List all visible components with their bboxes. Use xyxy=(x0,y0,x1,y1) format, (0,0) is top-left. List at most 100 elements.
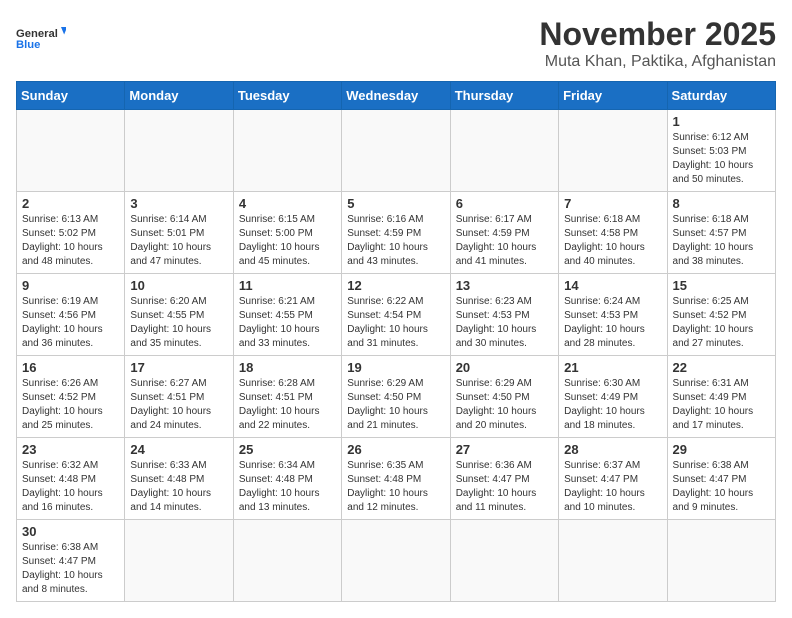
cell-sun-info: Sunrise: 6:14 AM Sunset: 5:01 PM Dayligh… xyxy=(130,213,227,269)
cell-sun-info: Sunrise: 6:13 AM Sunset: 5:02 PM Dayligh… xyxy=(22,213,119,269)
cell-sun-info: Sunrise: 6:38 AM Sunset: 4:47 PM Dayligh… xyxy=(673,459,770,515)
calendar-cell: 1Sunrise: 6:12 AM Sunset: 5:03 PM Daylig… xyxy=(667,110,775,192)
cell-sun-info: Sunrise: 6:24 AM Sunset: 4:53 PM Dayligh… xyxy=(564,295,661,351)
calendar-cell: 26Sunrise: 6:35 AM Sunset: 4:48 PM Dayli… xyxy=(342,438,450,520)
calendar-cell xyxy=(450,520,558,602)
date-number: 26 xyxy=(347,442,444,457)
cell-sun-info: Sunrise: 6:18 AM Sunset: 4:58 PM Dayligh… xyxy=(564,213,661,269)
calendar-cell: 24Sunrise: 6:33 AM Sunset: 4:48 PM Dayli… xyxy=(125,438,233,520)
calendar-cell xyxy=(342,520,450,602)
date-number: 17 xyxy=(130,360,227,375)
cell-sun-info: Sunrise: 6:12 AM Sunset: 5:03 PM Dayligh… xyxy=(673,131,770,187)
calendar-day-header: Saturday xyxy=(667,82,775,110)
cell-sun-info: Sunrise: 6:33 AM Sunset: 4:48 PM Dayligh… xyxy=(130,459,227,515)
calendar-cell: 12Sunrise: 6:22 AM Sunset: 4:54 PM Dayli… xyxy=(342,274,450,356)
calendar-cell: 21 Sunrise: 6:30 AM Sunset: 4:49 PM Dayli… xyxy=(559,356,667,438)
date-number: 27 xyxy=(456,442,553,457)
cell-sun-info: Sunrise: 6:26 AM Sunset: 4:52 PM Dayligh… xyxy=(22,377,119,433)
calendar-cell: 3 Sunrise: 6:14 AM Sunset: 5:01 PM Daylig… xyxy=(125,192,233,274)
calendar-day-header: Sunday xyxy=(17,82,125,110)
logo: General Blue xyxy=(16,16,66,61)
calendar-cell: 23 Sunrise: 6:32 AM Sunset: 4:48 PM Dayli… xyxy=(17,438,125,520)
logo-svg: General Blue xyxy=(16,16,66,61)
calendar-cell: 8 Sunrise: 6:18 AM Sunset: 4:57 PM Daylig… xyxy=(667,192,775,274)
calendar-cell: 5Sunrise: 6:16 AM Sunset: 4:59 PM Daylig… xyxy=(342,192,450,274)
date-number: 13 xyxy=(456,278,553,293)
cell-sun-info: Sunrise: 6:19 AM Sunset: 4:56 PM Dayligh… xyxy=(22,295,119,351)
cell-sun-info: Sunrise: 6:25 AM Sunset: 4:52 PM Dayligh… xyxy=(673,295,770,351)
calendar-cell xyxy=(233,110,341,192)
cell-sun-info: Sunrise: 6:32 AM Sunset: 4:48 PM Dayligh… xyxy=(22,459,119,515)
date-number: 11 xyxy=(239,278,336,293)
calendar-cell xyxy=(450,110,558,192)
cell-sun-info: Sunrise: 6:27 AM Sunset: 4:51 PM Dayligh… xyxy=(130,377,227,433)
calendar: SundayMondayTuesdayWednesdayThursdayFrid… xyxy=(16,81,776,602)
date-number: 28 xyxy=(564,442,661,457)
calendar-week-row: 9 Sunrise: 6:19 AM Sunset: 4:56 PM Daylig… xyxy=(17,274,776,356)
date-number: 4 xyxy=(239,196,336,211)
header: General Blue November 2025 Muta Khan, Pa… xyxy=(16,16,776,71)
calendar-cell: 11 Sunrise: 6:21 AM Sunset: 4:55 PM Dayli… xyxy=(233,274,341,356)
date-number: 15 xyxy=(673,278,770,293)
date-number: 8 xyxy=(673,196,770,211)
calendar-day-header: Tuesday xyxy=(233,82,341,110)
calendar-cell: 20 Sunrise: 6:29 AM Sunset: 4:50 PM Dayli… xyxy=(450,356,558,438)
cell-sun-info: Sunrise: 6:21 AM Sunset: 4:55 PM Dayligh… xyxy=(239,295,336,351)
location-title: Muta Khan, Paktika, Afghanistan xyxy=(539,53,776,71)
calendar-cell xyxy=(559,520,667,602)
cell-sun-info: Sunrise: 6:29 AM Sunset: 4:50 PM Dayligh… xyxy=(347,377,444,433)
cell-sun-info: Sunrise: 6:38 AM Sunset: 4:47 PM Dayligh… xyxy=(22,541,119,597)
date-number: 5 xyxy=(347,196,444,211)
cell-sun-info: Sunrise: 6:18 AM Sunset: 4:57 PM Dayligh… xyxy=(673,213,770,269)
cell-sun-info: Sunrise: 6:15 AM Sunset: 5:00 PM Dayligh… xyxy=(239,213,336,269)
date-number: 2 xyxy=(22,196,119,211)
calendar-cell: 28Sunrise: 6:37 AM Sunset: 4:47 PM Dayli… xyxy=(559,438,667,520)
calendar-cell: 13Sunrise: 6:23 AM Sunset: 4:53 PM Dayli… xyxy=(450,274,558,356)
cell-sun-info: Sunrise: 6:30 AM Sunset: 4:49 PM Dayligh… xyxy=(564,377,661,433)
calendar-cell: 6Sunrise: 6:17 AM Sunset: 4:59 PM Daylig… xyxy=(450,192,558,274)
date-number: 23 xyxy=(22,442,119,457)
date-number: 18 xyxy=(239,360,336,375)
calendar-week-row: 1Sunrise: 6:12 AM Sunset: 5:03 PM Daylig… xyxy=(17,110,776,192)
calendar-cell: 17 Sunrise: 6:27 AM Sunset: 4:51 PM Dayli… xyxy=(125,356,233,438)
cell-sun-info: Sunrise: 6:36 AM Sunset: 4:47 PM Dayligh… xyxy=(456,459,553,515)
date-number: 12 xyxy=(347,278,444,293)
calendar-cell: 7Sunrise: 6:18 AM Sunset: 4:58 PM Daylig… xyxy=(559,192,667,274)
calendar-cell: 19 Sunrise: 6:29 AM Sunset: 4:50 PM Dayli… xyxy=(342,356,450,438)
calendar-cell: 25Sunrise: 6:34 AM Sunset: 4:48 PM Dayli… xyxy=(233,438,341,520)
cell-sun-info: Sunrise: 6:28 AM Sunset: 4:51 PM Dayligh… xyxy=(239,377,336,433)
date-number: 30 xyxy=(22,524,119,539)
date-number: 20 xyxy=(456,360,553,375)
title-area: November 2025 Muta Khan, Paktika, Afghan… xyxy=(539,16,776,71)
calendar-week-row: 30 Sunrise: 6:38 AM Sunset: 4:47 PM Dayli… xyxy=(17,520,776,602)
date-number: 14 xyxy=(564,278,661,293)
calendar-cell: 10 Sunrise: 6:20 AM Sunset: 4:55 PM Dayli… xyxy=(125,274,233,356)
calendar-cell xyxy=(125,520,233,602)
calendar-week-row: 16Sunrise: 6:26 AM Sunset: 4:52 PM Dayli… xyxy=(17,356,776,438)
calendar-cell: 22Sunrise: 6:31 AM Sunset: 4:49 PM Dayli… xyxy=(667,356,775,438)
calendar-day-header: Thursday xyxy=(450,82,558,110)
svg-text:Blue: Blue xyxy=(16,39,40,51)
calendar-week-row: 2 Sunrise: 6:13 AM Sunset: 5:02 PM Daylig… xyxy=(17,192,776,274)
calendar-cell xyxy=(233,520,341,602)
month-title: November 2025 xyxy=(539,16,776,53)
calendar-day-header: Monday xyxy=(125,82,233,110)
date-number: 10 xyxy=(130,278,227,293)
date-number: 19 xyxy=(347,360,444,375)
date-number: 3 xyxy=(130,196,227,211)
calendar-cell: 9 Sunrise: 6:19 AM Sunset: 4:56 PM Daylig… xyxy=(17,274,125,356)
calendar-header-row: SundayMondayTuesdayWednesdayThursdayFrid… xyxy=(17,82,776,110)
calendar-cell: 30 Sunrise: 6:38 AM Sunset: 4:47 PM Dayli… xyxy=(17,520,125,602)
calendar-cell: 16Sunrise: 6:26 AM Sunset: 4:52 PM Dayli… xyxy=(17,356,125,438)
calendar-cell: 14 Sunrise: 6:24 AM Sunset: 4:53 PM Dayli… xyxy=(559,274,667,356)
calendar-cell xyxy=(17,110,125,192)
date-number: 9 xyxy=(22,278,119,293)
calendar-cell: 2 Sunrise: 6:13 AM Sunset: 5:02 PM Daylig… xyxy=(17,192,125,274)
cell-sun-info: Sunrise: 6:29 AM Sunset: 4:50 PM Dayligh… xyxy=(456,377,553,433)
calendar-cell: 27 Sunrise: 6:36 AM Sunset: 4:47 PM Dayli… xyxy=(450,438,558,520)
calendar-cell: 4 Sunrise: 6:15 AM Sunset: 5:00 PM Daylig… xyxy=(233,192,341,274)
date-number: 6 xyxy=(456,196,553,211)
date-number: 21 xyxy=(564,360,661,375)
calendar-day-header: Wednesday xyxy=(342,82,450,110)
cell-sun-info: Sunrise: 6:20 AM Sunset: 4:55 PM Dayligh… xyxy=(130,295,227,351)
